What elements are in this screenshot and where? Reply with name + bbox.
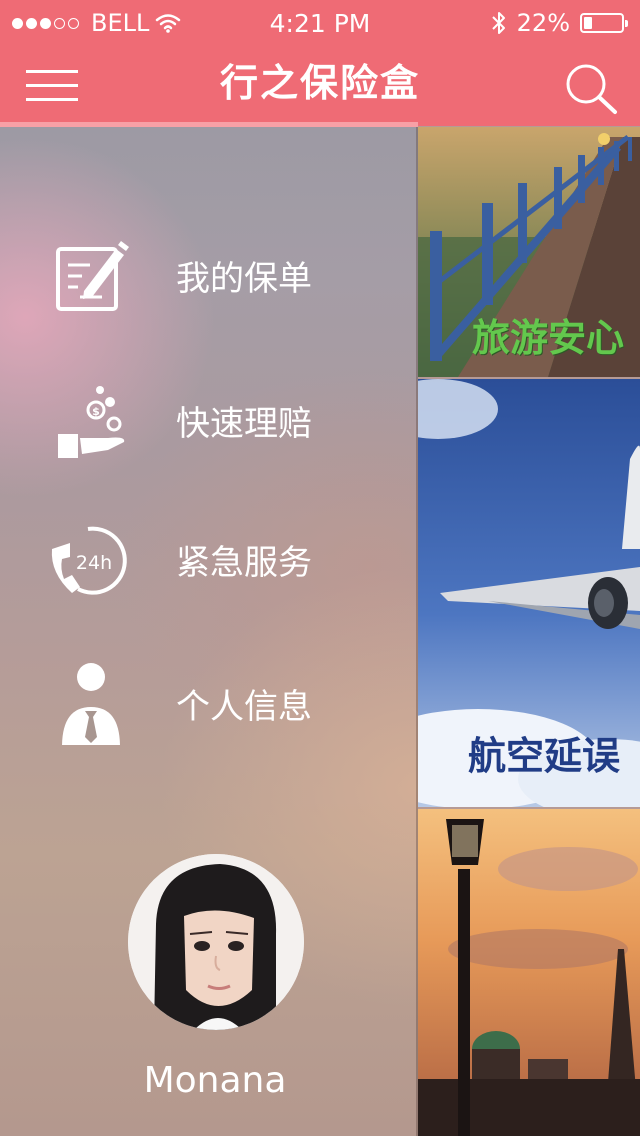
policy-document-icon [50,235,132,317]
card-travel[interactable]: 旅游安心 [418,127,640,377]
card-caption: 航空延误 [468,733,621,778]
claim-coins-icon: $ [50,380,132,462]
app-header: BELL 4:21 PM 22% 行之保险盒 [0,0,640,126]
avatar[interactable] [128,854,304,1030]
menu-item-personal-info[interactable]: 个人信息 [0,643,418,763]
svg-text:$: $ [92,405,100,418]
battery-percent: 22% [516,9,570,37]
content-cards: 旅游安心 航空延误 [418,127,640,1136]
side-drawer: 我的保单 $ 快速理赔 24h 紧急服务 个人信息 Monana [0,127,418,1136]
bluetooth-icon [491,12,505,34]
user-profile-icon [50,663,132,747]
card-caption: 旅游安心 [472,315,625,360]
menu-item-label: 紧急服务 [176,543,312,583]
status-bar: BELL 4:21 PM 22% [0,0,640,44]
card-city-scene[interactable] [418,809,640,1136]
menu-item-label: 我的保单 [176,259,312,299]
page-title: 行之保险盒 [219,60,420,105]
search-icon [566,64,617,114]
search-button[interactable] [560,60,620,116]
user-name: Monana [143,1060,287,1101]
svg-text:24h: 24h [76,552,112,574]
menu-item-label: 个人信息 [176,687,312,727]
phone-24h-icon: 24h [50,519,132,601]
menu-item-emergency-service[interactable]: 24h 紧急服务 [0,499,418,619]
status-right: 22% [491,9,628,37]
menu-item-quick-claims[interactable]: $ 快速理赔 [0,360,418,480]
menu-item-my-policies[interactable]: 我的保单 [0,215,418,335]
street-lamp-image [418,809,640,1136]
menu-item-label: 快速理赔 [176,404,312,444]
battery-icon [580,13,628,33]
card-flight-delay[interactable]: 航空延误 [418,379,640,807]
